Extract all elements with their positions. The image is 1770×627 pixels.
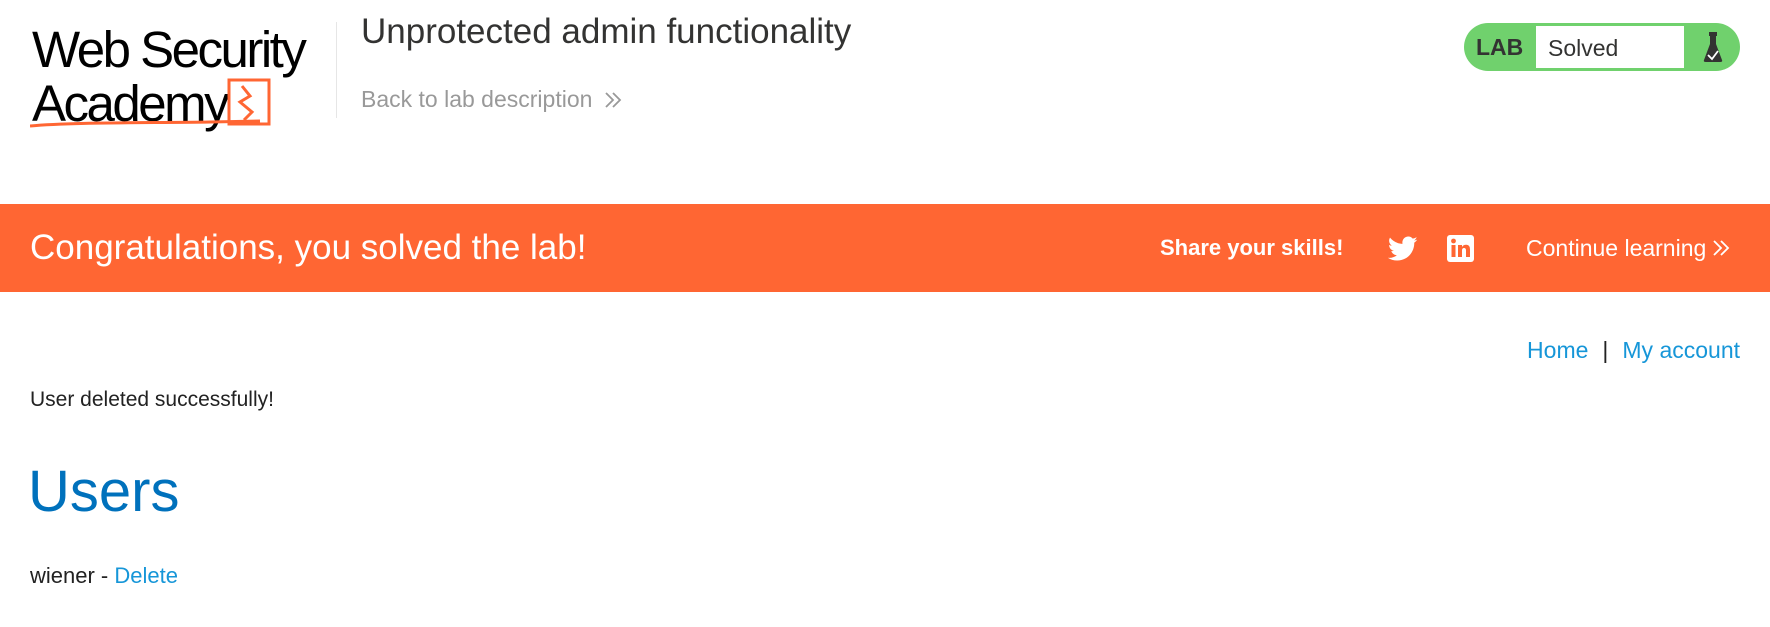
nav-separator: | <box>1602 337 1609 363</box>
continue-learning-label: Continue learning <box>1526 235 1707 261</box>
lab-status-badge: LAB Solved <box>1464 23 1740 71</box>
users-heading: Users <box>28 459 180 524</box>
home-link[interactable]: Home <box>1527 337 1588 364</box>
user-separator: - <box>94 563 115 588</box>
username: wiener <box>30 563 95 588</box>
top-nav-links: Home | My account <box>1527 337 1740 364</box>
lab-solved-banner: Congratulations, you solved the lab! Sha… <box>0 204 1770 292</box>
status-message: User deleted successfully! <box>30 388 274 411</box>
back-link-label: Back to lab description <box>361 86 593 112</box>
lab-badge-label: LAB <box>1476 34 1524 60</box>
lab-header: Web Security Academy Unprotected admin f… <box>0 0 1770 204</box>
share-skills-label: Share your skills! <box>1160 235 1344 260</box>
linkedin-icon[interactable] <box>1447 235 1474 262</box>
lab-title: Unprotected admin functionality <box>361 12 852 51</box>
continue-learning-link[interactable]: Continue learning <box>1526 204 1730 292</box>
double-chevron-right-icon <box>605 91 622 108</box>
congratulations-message: Congratulations, you solved the lab! <box>30 228 587 267</box>
web-security-academy-logo[interactable]: Web Security Academy <box>30 22 336 129</box>
delete-user-link[interactable]: Delete <box>114 563 178 588</box>
logo-mark-icon <box>30 78 271 128</box>
flask-icon <box>1686 23 1740 71</box>
lab-status-text: Solved <box>1536 25 1684 69</box>
twitter-icon[interactable] <box>1388 236 1418 262</box>
double-chevron-right-icon <box>1713 240 1730 256</box>
user-list-item: wiener - Delete <box>30 563 178 589</box>
back-to-lab-description-link[interactable]: Back to lab description <box>361 86 622 113</box>
my-account-link[interactable]: My account <box>1622 337 1740 364</box>
header-divider <box>336 22 337 118</box>
